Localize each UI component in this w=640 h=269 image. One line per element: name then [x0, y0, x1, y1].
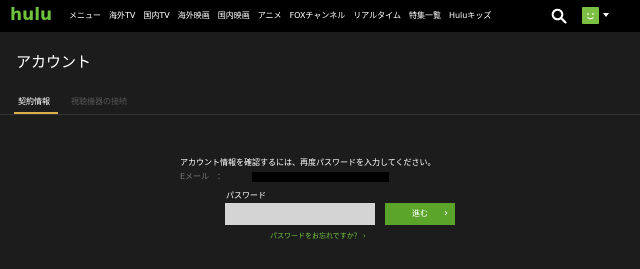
- main-nav: メニュー 海外TV 国内TV 海外映画 国内映画 アニメ FOXチャンネル リア…: [69, 0, 499, 32]
- hulu-logo[interactable]: hulu: [10, 5, 52, 25]
- search-icon[interactable]: [551, 8, 567, 24]
- tab-device-connection[interactable]: 視聴機器の接続: [71, 95, 127, 109]
- page-title: アカウント: [16, 53, 92, 71]
- chevron-right-icon: ›: [444, 208, 448, 219]
- submit-button-label: 進む: [412, 209, 428, 218]
- nav-item-domestic-movies[interactable]: 国内映画: [218, 0, 250, 32]
- account-tabs: 契約情報 視聴機器の接続: [0, 90, 640, 115]
- nav-item-domestic-tv[interactable]: 国内TV: [143, 0, 169, 32]
- forgot-password-link[interactable]: パスワードをお忘れですか？ ›: [270, 230, 366, 242]
- nav-item-menu[interactable]: メニュー: [69, 0, 101, 32]
- instruction-text: アカウント情報を確認するには、再度パスワードを入力してください。: [180, 158, 436, 167]
- nav-item-features[interactable]: 特集一覧: [409, 0, 441, 32]
- nav-item-overseas-tv[interactable]: 海外TV: [109, 0, 135, 32]
- top-nav-bar: hulu メニュー 海外TV 国内TV 海外映画 国内映画 アニメ FOXチャン…: [0, 0, 640, 32]
- account-page: hulu メニュー 海外TV 国内TV 海外映画 国内映画 アニメ FOXチャン…: [0, 0, 640, 269]
- smiley-icon: [587, 13, 594, 20]
- submit-button[interactable]: 進む ›: [385, 203, 455, 225]
- nav-item-anime[interactable]: アニメ: [258, 0, 282, 32]
- nav-item-overseas-movies[interactable]: 海外映画: [178, 0, 210, 32]
- password-label: パスワード: [226, 191, 266, 200]
- password-input[interactable]: [225, 203, 375, 225]
- email-value-redacted: [252, 172, 389, 182]
- nav-item-realtime[interactable]: リアルタイム: [353, 0, 401, 32]
- chevron-down-icon[interactable]: [603, 13, 609, 17]
- nav-item-fox-channel[interactable]: FOXチャンネル: [290, 0, 346, 32]
- email-label: Eメール ：: [180, 172, 226, 181]
- tab-contract-info[interactable]: 契約情報: [18, 95, 50, 109]
- tabs-divider: [0, 114, 640, 115]
- nav-item-hulu-kids[interactable]: Huluキッズ: [449, 0, 491, 32]
- avatar[interactable]: [582, 7, 599, 24]
